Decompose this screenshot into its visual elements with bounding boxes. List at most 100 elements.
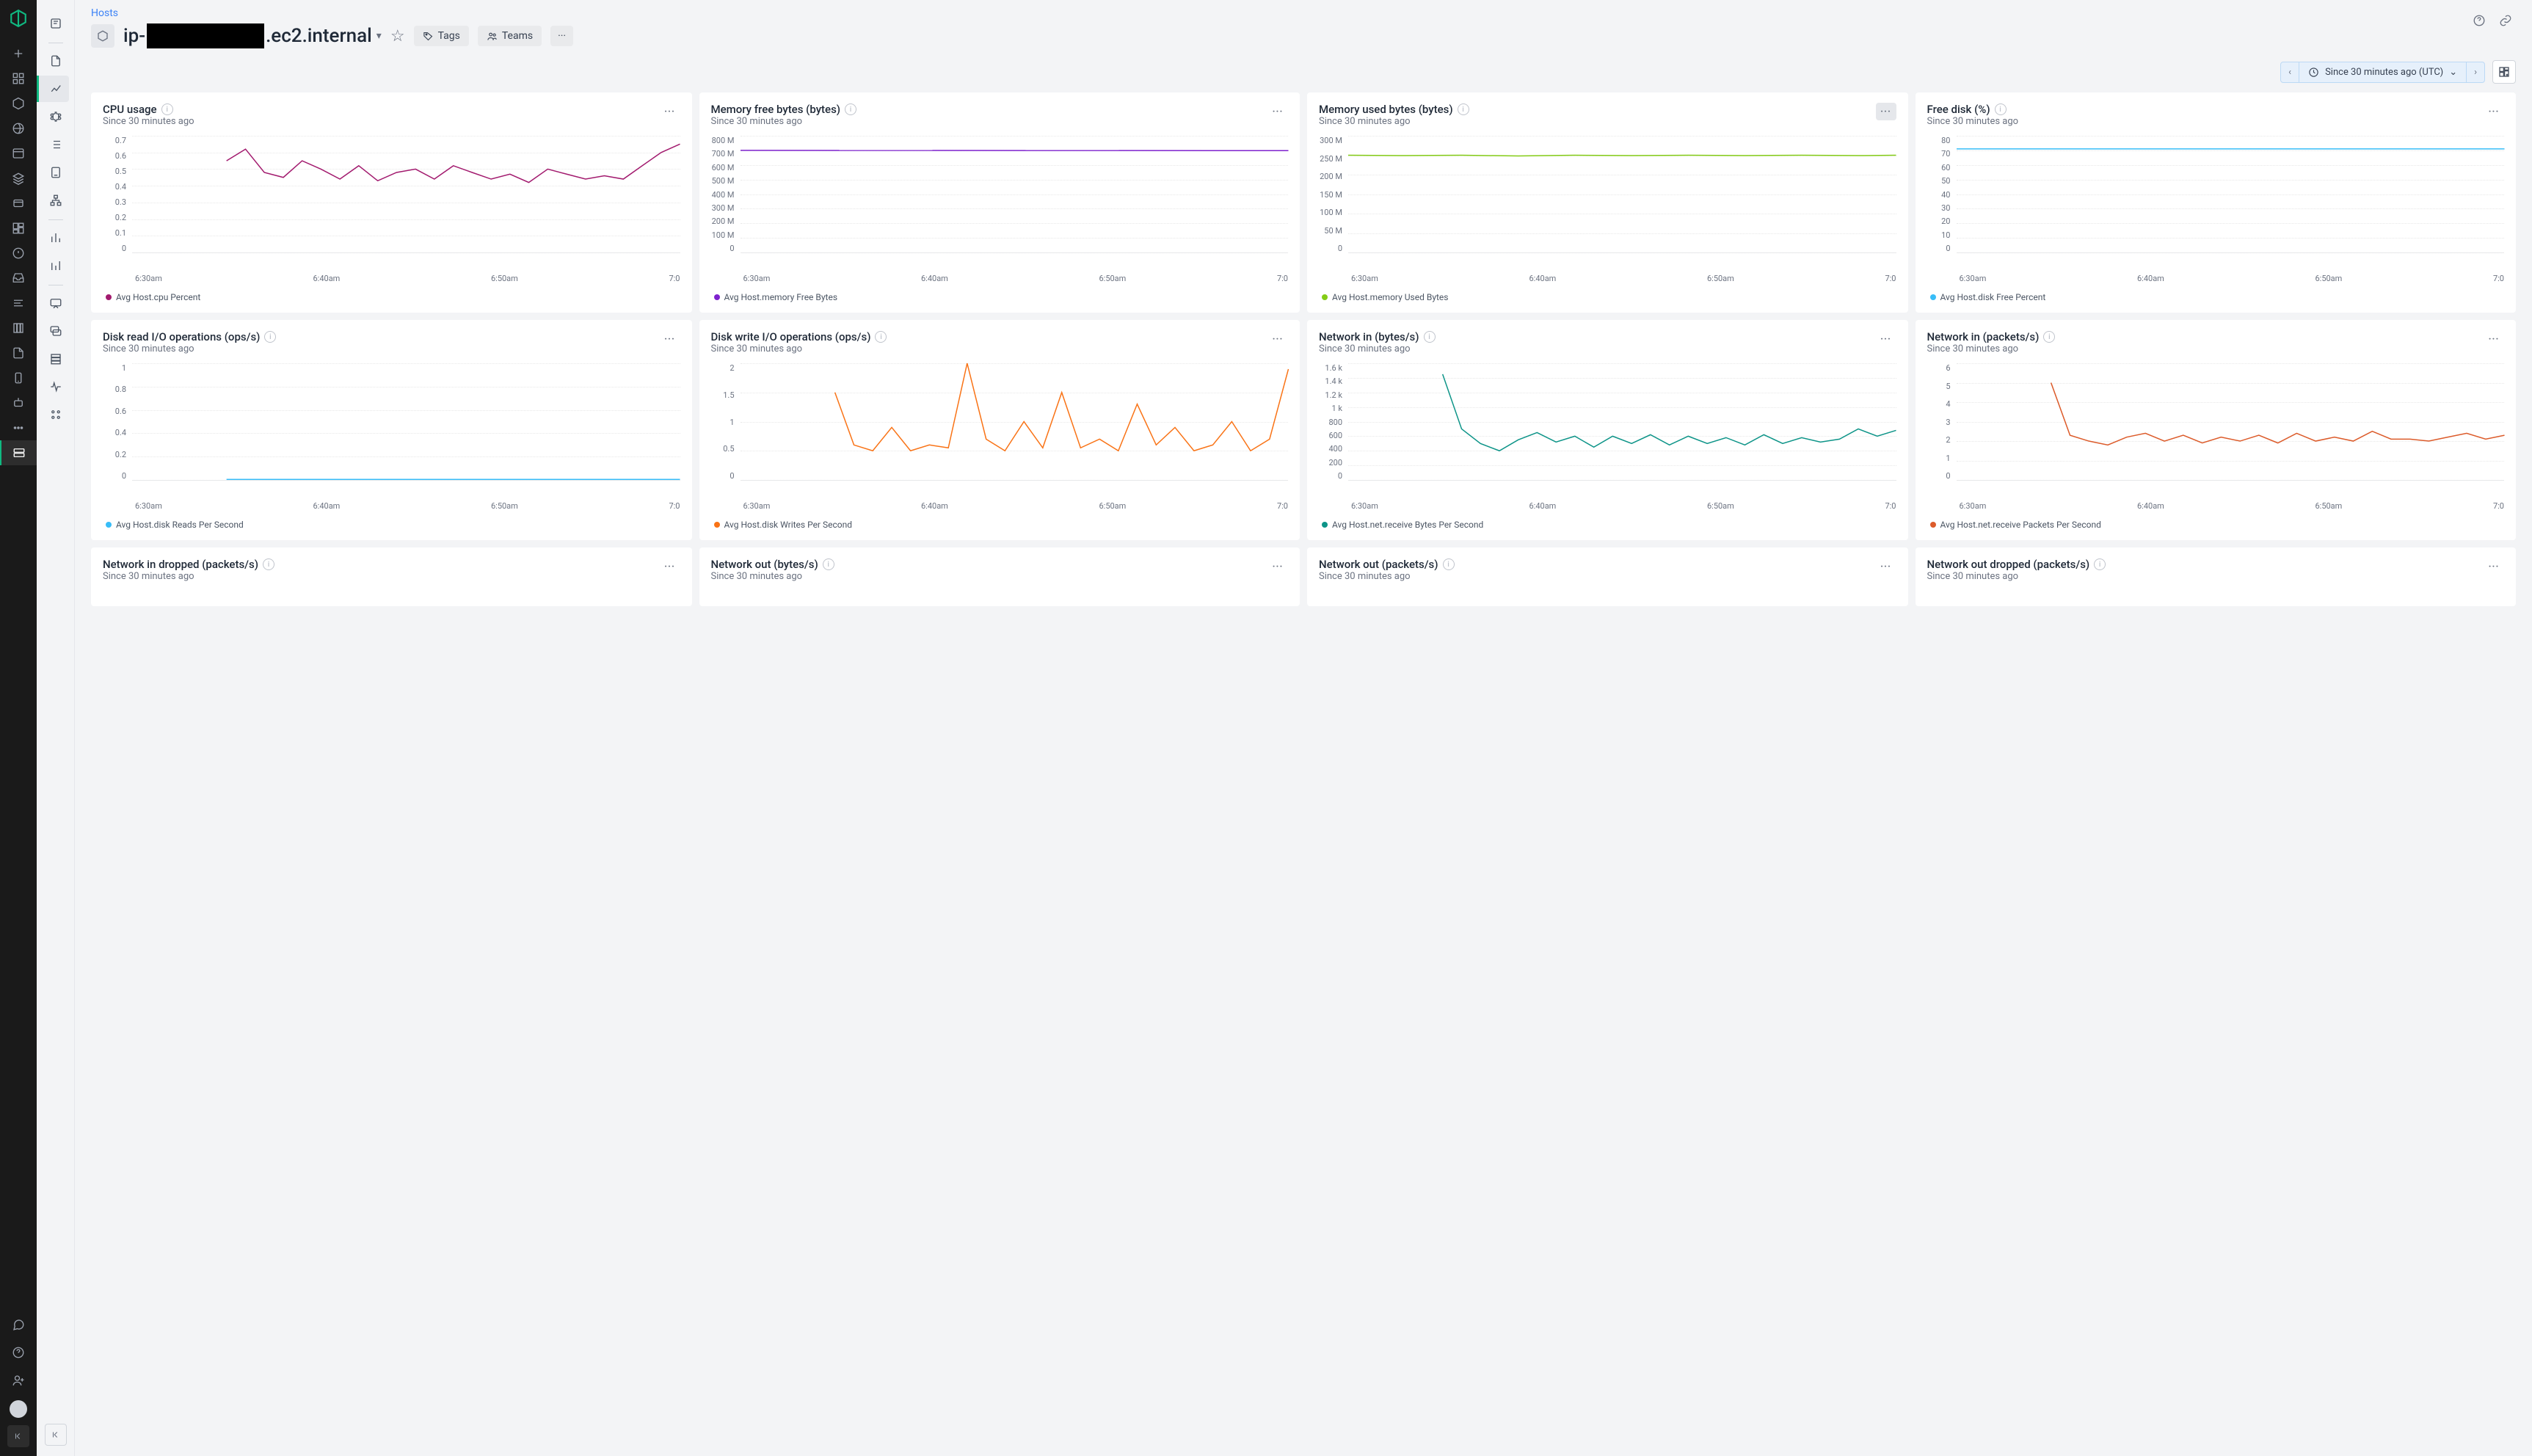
x-axis: 6:30am6:40am6:50am7:0	[1927, 274, 2505, 283]
nav-lines-icon[interactable]	[0, 291, 37, 316]
more-button[interactable]: ···	[550, 26, 573, 46]
info-icon[interactable]: i	[823, 558, 834, 570]
card-menu-button[interactable]: ···	[1267, 103, 1288, 120]
card-menu-button[interactable]: ···	[660, 558, 680, 575]
card-menu-button[interactable]: ···	[1876, 558, 1896, 575]
time-next-icon[interactable]: ›	[2466, 62, 2484, 82]
info-icon[interactable]: i	[1458, 103, 1469, 115]
y-axis: 21.510.50	[711, 363, 741, 481]
card-title: Disk write I/O operations (ops/s)i	[711, 330, 887, 343]
chart-plot	[132, 136, 680, 253]
chevron-down-icon[interactable]: ▾	[376, 30, 382, 42]
sub-pulse-icon[interactable]	[43, 374, 69, 400]
nav-apps-icon[interactable]	[0, 66, 37, 91]
card-menu-button[interactable]: ···	[660, 330, 680, 348]
sub-bar-icon[interactable]	[43, 225, 69, 251]
collapse-sub-button[interactable]	[45, 1424, 67, 1446]
info-icon[interactable]: i	[845, 103, 856, 115]
nav-chat-icon[interactable]	[0, 1312, 37, 1337]
nav-doc-icon[interactable]	[0, 341, 37, 365]
sub-list-icon[interactable]	[43, 131, 69, 158]
sub-tablet-icon[interactable]	[43, 159, 69, 186]
sub-doc-icon[interactable]	[43, 48, 69, 74]
header-help-icon[interactable]	[2469, 10, 2489, 31]
divider	[48, 219, 63, 220]
info-icon[interactable]: i	[875, 331, 887, 343]
sub-chat-icon[interactable]	[43, 290, 69, 316]
info-icon[interactable]: i	[161, 103, 173, 115]
header-link-icon[interactable]	[2495, 10, 2516, 31]
card-subtitle: Since 30 minutes ago	[1319, 571, 1455, 582]
y-axis: 10.80.60.40.20	[103, 363, 132, 481]
nav-more-icon[interactable]	[0, 415, 37, 440]
time-range-label[interactable]: Since 30 minutes ago (UTC) ⌄	[2299, 62, 2466, 82]
nav-layers-icon[interactable]	[0, 166, 37, 191]
chart-plot	[1957, 363, 2505, 481]
time-prev-icon[interactable]: ‹	[2281, 62, 2299, 82]
favorite-star-icon[interactable]: ☆	[390, 27, 405, 46]
info-icon[interactable]: i	[1995, 103, 2007, 115]
chart-plot	[1348, 363, 1896, 481]
sub-grid-icon[interactable]	[43, 401, 69, 428]
card-menu-button[interactable]: ···	[660, 103, 680, 120]
card-menu-button[interactable]: ···	[1267, 330, 1288, 348]
card-menu-button[interactable]: ···	[2484, 103, 2504, 120]
tags-button[interactable]: Tags	[414, 26, 469, 46]
sub-hierarchy-icon[interactable]	[43, 187, 69, 214]
sub-stack-icon[interactable]	[43, 346, 69, 372]
teams-button[interactable]: Teams	[478, 26, 542, 46]
time-range-picker[interactable]: ‹ Since 30 minutes ago (UTC) ⌄ ›	[2280, 62, 2485, 83]
sub-cmd-icon[interactable]	[43, 103, 69, 130]
card-subtitle: Since 30 minutes ago	[1927, 343, 2056, 354]
sub-chat2-icon[interactable]	[43, 318, 69, 344]
nav-globe-icon[interactable]	[0, 116, 37, 141]
chart-card: Disk write I/O operations (ops/s)iSince …	[699, 320, 1300, 540]
chevron-down-icon: ⌄	[2449, 67, 2457, 78]
nav-hosts-icon[interactable]	[0, 440, 37, 465]
chart-plot	[1957, 136, 2505, 253]
nav-columns-icon[interactable]	[0, 316, 37, 341]
info-icon[interactable]: i	[1443, 558, 1455, 570]
nav-bot-icon[interactable]	[0, 390, 37, 415]
card-title: CPU usagei	[103, 103, 194, 116]
info-icon[interactable]: i	[263, 558, 274, 570]
nav-cube-icon[interactable]	[0, 91, 37, 116]
sub-summary-icon[interactable]	[43, 10, 69, 37]
card-menu-button[interactable]: ···	[1267, 558, 1288, 575]
header: Hosts ip-.ec2.internal ▾ ☆ Tags Teams ··…	[75, 0, 2532, 56]
info-icon[interactable]: i	[2043, 331, 2055, 343]
chart-legend: Avg Host.memory Used Bytes	[1319, 292, 1896, 302]
info-icon[interactable]: i	[2094, 558, 2106, 570]
info-icon[interactable]: i	[1424, 331, 1436, 343]
nav-browser-icon[interactable]	[0, 141, 37, 166]
info-icon[interactable]: i	[264, 331, 276, 343]
nav-inbox-icon[interactable]	[0, 266, 37, 291]
nav-mobile-icon[interactable]	[0, 365, 37, 390]
nav-dashboard-icon[interactable]	[0, 216, 37, 241]
toolbar: ‹ Since 30 minutes ago (UTC) ⌄ ›	[75, 56, 2532, 92]
chart-plot	[1348, 136, 1896, 253]
card-menu-button[interactable]: ···	[1876, 103, 1896, 120]
nav-help-icon[interactable]	[0, 1340, 37, 1365]
logo-icon	[9, 9, 28, 28]
chart-card: Network in dropped (packets/s)iSince 30 …	[91, 547, 692, 606]
breadcrumb-link[interactable]: Hosts	[91, 7, 2516, 19]
card-menu-button[interactable]: ···	[2484, 330, 2504, 348]
sub-bar2-icon[interactable]	[43, 252, 69, 279]
card-menu-button[interactable]: ···	[1876, 330, 1896, 348]
nav-user-add-icon[interactable]	[0, 1368, 37, 1393]
card-title: Network out dropped (packets/s)i	[1927, 558, 2106, 571]
chart-grid: CPU usageiSince 30 minutes ago···0.70.60…	[75, 92, 2532, 1456]
sub-metrics-icon[interactable]	[37, 76, 69, 102]
nav-db-icon[interactable]	[0, 191, 37, 216]
nav-alert-icon[interactable]	[0, 241, 37, 266]
card-subtitle: Since 30 minutes ago	[103, 571, 274, 582]
nav-add-icon[interactable]	[0, 41, 37, 66]
card-menu-button[interactable]: ···	[2484, 558, 2504, 575]
card-title: Network out (packets/s)i	[1319, 558, 1455, 571]
collapse-sidebar-button[interactable]	[7, 1425, 29, 1447]
edit-dashboard-button[interactable]	[2492, 60, 2516, 84]
card-subtitle: Since 30 minutes ago	[711, 116, 857, 127]
chart-card: Disk read I/O operations (ops/s)iSince 3…	[91, 320, 692, 540]
user-avatar[interactable]	[10, 1400, 27, 1418]
